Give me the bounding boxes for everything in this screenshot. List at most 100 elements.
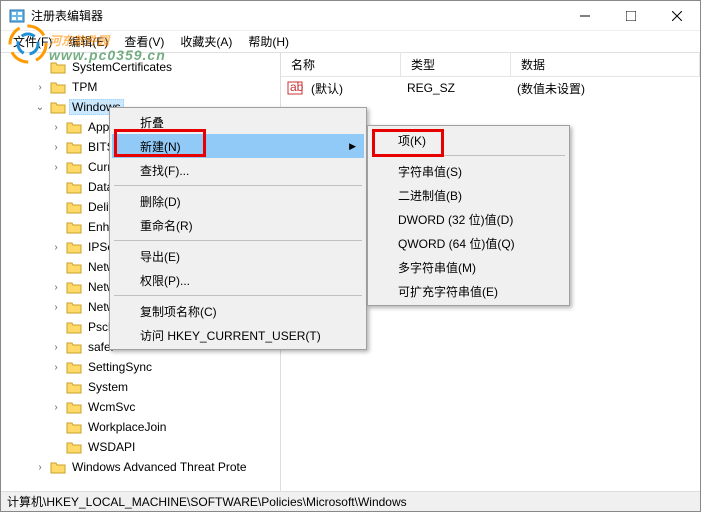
context_main-item[interactable]: 删除(D) bbox=[112, 189, 364, 213]
context_sub-item[interactable]: DWORD (32 位)值(D) bbox=[370, 207, 567, 231]
titlebar: 注册表编辑器 bbox=[1, 1, 700, 31]
menu-item-label: 可扩充字符串值(E) bbox=[398, 283, 498, 300]
tree-item-label: WorkplaceJoin bbox=[85, 419, 169, 435]
list-row[interactable]: ab(默认)REG_SZ(数值未设置) bbox=[281, 77, 700, 99]
cell-name: (默认) bbox=[307, 80, 403, 97]
expander-closed-icon[interactable]: › bbox=[49, 120, 63, 134]
context_main-item[interactable]: 查找(F)... bbox=[112, 158, 364, 182]
expander-closed-icon[interactable]: › bbox=[49, 400, 63, 414]
menu-separator bbox=[114, 185, 362, 186]
menu-view[interactable]: 查看(V) bbox=[116, 31, 172, 52]
window-controls bbox=[562, 1, 700, 31]
tree-item-label: System bbox=[85, 379, 131, 395]
expander-open-icon[interactable]: ⌄ bbox=[33, 100, 47, 114]
tree-item-label: Windows Advanced Threat Prote bbox=[69, 459, 250, 475]
expander-closed-icon[interactable]: › bbox=[49, 340, 63, 354]
menu-item-label: 字符串值(S) bbox=[398, 163, 462, 180]
tree-item[interactable]: System bbox=[1, 377, 280, 397]
expander-none bbox=[49, 260, 63, 274]
tree-item-label: SystemCertificates bbox=[69, 59, 175, 75]
tree-item[interactable]: WorkplaceJoin bbox=[1, 417, 280, 437]
folder-icon bbox=[66, 420, 82, 434]
context_sub-item[interactable]: 多字符串值(M) bbox=[370, 255, 567, 279]
expander-closed-icon[interactable]: › bbox=[49, 280, 63, 294]
tree-item[interactable]: ›SettingSync bbox=[1, 357, 280, 377]
col-header-name[interactable]: 名称 bbox=[281, 52, 401, 77]
menu-item-label: 导出(E) bbox=[140, 248, 180, 265]
menu-help[interactable]: 帮助(H) bbox=[240, 31, 297, 52]
menu-item-label: QWORD (64 位)值(Q) bbox=[398, 235, 515, 252]
menu-file[interactable]: 文件(F) bbox=[5, 31, 60, 52]
folder-icon bbox=[66, 180, 82, 194]
cell-type: REG_SZ bbox=[403, 81, 513, 95]
statusbar: 计算机\HKEY_LOCAL_MACHINE\SOFTWARE\Policies… bbox=[1, 491, 700, 511]
expander-none bbox=[49, 420, 63, 434]
context_main-item[interactable]: 复制项名称(C) bbox=[112, 299, 364, 323]
expander-closed-icon[interactable]: › bbox=[49, 140, 63, 154]
string-value-icon: ab bbox=[287, 80, 303, 96]
context_sub-item[interactable]: 二进制值(B) bbox=[370, 183, 567, 207]
folder-icon bbox=[50, 460, 66, 474]
context_sub-item[interactable]: 字符串值(S) bbox=[370, 159, 567, 183]
tree-item-label: WSDAPI bbox=[85, 439, 138, 455]
context-menu-main: 折叠新建(N)▶ 查找(F)... 删除(D) 重命名(R) 导出(E) 权限(P)...… bbox=[109, 107, 367, 350]
context-menu-new: 项(K) 字符串值(S) 二进制值(B) DWORD (32 位)值(D) QWORD … bbox=[367, 125, 570, 306]
menubar: 文件(F) 编辑(E) 查看(V) 收藏夹(A) 帮助(H) bbox=[1, 31, 700, 53]
tree-item[interactable]: › Windows Advanced Threat Prote bbox=[1, 457, 280, 477]
context_main-item[interactable]: 重命名(R) bbox=[112, 213, 364, 237]
folder-icon bbox=[66, 360, 82, 374]
expander-closed-icon[interactable]: › bbox=[49, 240, 63, 254]
context_main-item[interactable]: 导出(E) bbox=[112, 244, 364, 268]
folder-icon bbox=[66, 400, 82, 414]
context_sub-item[interactable]: 可扩充字符串值(E) bbox=[370, 279, 567, 303]
expander-closed-icon[interactable]: › bbox=[49, 360, 63, 374]
list-body: ab(默认)REG_SZ(数值未设置) bbox=[281, 77, 700, 99]
folder-icon bbox=[66, 440, 82, 454]
folder-icon bbox=[50, 60, 66, 74]
expander-none bbox=[49, 380, 63, 394]
col-header-data[interactable]: 数据 bbox=[511, 52, 700, 77]
menu-item-label: 二进制值(B) bbox=[398, 187, 462, 204]
tree-item[interactable]: WSDAPI bbox=[1, 437, 280, 457]
menu-item-label: 查找(F)... bbox=[140, 162, 189, 179]
statusbar-path: 计算机\HKEY_LOCAL_MACHINE\SOFTWARE\Policies… bbox=[7, 493, 407, 510]
expander-none bbox=[49, 320, 63, 334]
menu-item-label: 项(K) bbox=[398, 132, 426, 149]
menu-item-label: DWORD (32 位)值(D) bbox=[398, 211, 513, 228]
expander-none bbox=[49, 440, 63, 454]
folder-icon bbox=[66, 300, 82, 314]
context_sub-item[interactable]: 项(K) bbox=[370, 128, 567, 152]
menu-item-label: 新建(N) bbox=[140, 138, 181, 155]
tree-item-label: TPM bbox=[69, 79, 100, 95]
expander-closed-icon[interactable]: › bbox=[49, 300, 63, 314]
folder-icon bbox=[50, 100, 66, 114]
menu-separator bbox=[372, 155, 565, 156]
folder-icon bbox=[66, 320, 82, 334]
folder-icon bbox=[66, 340, 82, 354]
context_sub-item[interactable]: QWORD (64 位)值(Q) bbox=[370, 231, 567, 255]
menu-separator bbox=[114, 295, 362, 296]
context_main-item[interactable]: 权限(P)... bbox=[112, 268, 364, 292]
menu-edit[interactable]: 编辑(E) bbox=[60, 31, 116, 52]
folder-icon bbox=[66, 160, 82, 174]
maximize-button[interactable] bbox=[608, 1, 654, 31]
minimize-button[interactable] bbox=[562, 1, 608, 31]
expander-closed-icon[interactable]: › bbox=[33, 460, 47, 474]
expander-none bbox=[33, 60, 47, 74]
tree-item-label: WcmSvc bbox=[85, 399, 138, 415]
context_main-item[interactable]: 访问 HKEY_CURRENT_USER(T) bbox=[112, 323, 364, 347]
tree-item[interactable]: › TPM bbox=[1, 77, 280, 97]
context_main-item[interactable]: 新建(N)▶ bbox=[112, 134, 364, 158]
tree-item[interactable]: SystemCertificates bbox=[1, 57, 280, 77]
expander-none bbox=[49, 200, 63, 214]
tree-item[interactable]: › WcmSvc bbox=[1, 397, 280, 417]
col-header-type[interactable]: 类型 bbox=[401, 52, 511, 77]
close-button[interactable] bbox=[654, 1, 700, 31]
window-title: 注册表编辑器 bbox=[31, 7, 562, 24]
folder-icon bbox=[66, 220, 82, 234]
context_main-item[interactable]: 折叠 bbox=[112, 110, 364, 134]
expander-closed-icon[interactable]: › bbox=[33, 80, 47, 94]
expander-closed-icon[interactable]: › bbox=[49, 160, 63, 174]
menu-favorites[interactable]: 收藏夹(A) bbox=[172, 31, 240, 52]
menu-item-label: 删除(D) bbox=[140, 193, 181, 210]
